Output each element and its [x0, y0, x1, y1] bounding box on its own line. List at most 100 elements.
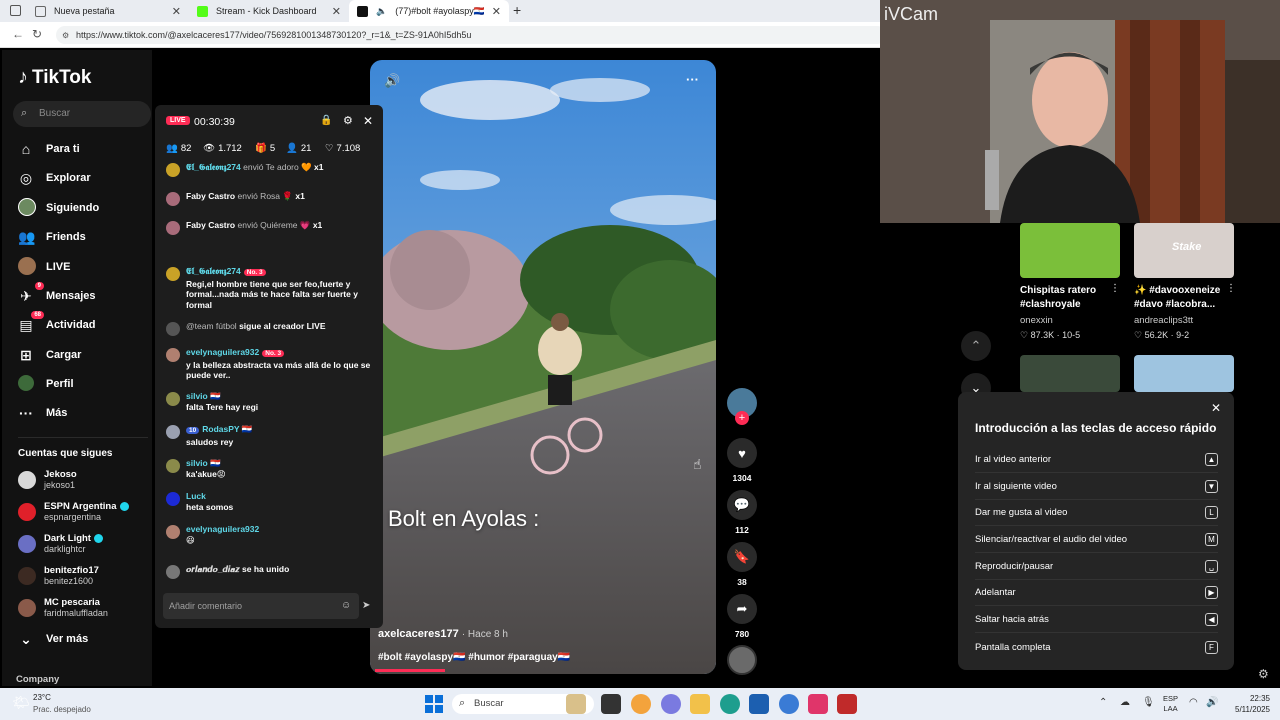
creator-avatar-button[interactable]: + [727, 388, 757, 425]
weather-desc[interactable]: Prac. despejado [33, 705, 91, 714]
follow-plus-icon[interactable]: + [735, 411, 749, 425]
comment-button[interactable]: 💬 112 [727, 490, 757, 535]
sidebar-item-cargar[interactable]: ⊞ Cargar [18, 344, 81, 366]
save-button[interactable]: 🔖 38 [727, 542, 757, 587]
chrome-icon[interactable] [631, 694, 651, 714]
chat-user[interactable]: 𝕰𝖑_𝕲𝖆𝖑𝖊𝖔𝖓𝖟274 [186, 266, 241, 276]
chat-user[interactable]: RodasPY 🇵🇾 [202, 424, 252, 434]
chat-user[interactable]: Faby Castro [186, 191, 235, 201]
chat-user[interactable]: 𝕰𝖑_𝕲𝖆𝖑𝖊𝖔𝖓𝖟274 [186, 162, 241, 172]
copilot-icon[interactable] [661, 694, 681, 714]
close-icon[interactable]: ✕ [363, 114, 373, 128]
recommended-video[interactable]: Stake ✨ #davooxeneize #davo #lacobra... … [1134, 223, 1234, 341]
video-thumbnail[interactable] [1134, 355, 1234, 392]
chat-user[interactable]: @team fútbol [186, 321, 237, 331]
ivcam-app-icon[interactable] [779, 694, 799, 714]
lock-icon[interactable]: 🔒 [320, 115, 332, 126]
video-author[interactable]: axelcaceres177 · Hace 8 h [378, 628, 508, 640]
sidebar-item-para-ti[interactable]: ⌂ Para ti [18, 138, 80, 160]
chat-user[interactable]: evelynaguilera932 [186, 347, 259, 357]
tab-actions-icon[interactable] [10, 5, 21, 16]
site-info-icon[interactable]: ⚙ [62, 31, 69, 40]
close-icon[interactable]: ✕ [172, 5, 181, 18]
progress-bar[interactable] [375, 669, 445, 672]
language-indicator[interactable]: ESP LAA [1163, 694, 1178, 714]
sidebar-item-explorar[interactable]: ◎ Explorar [18, 167, 91, 189]
messages-icon: ✈ 9 [18, 281, 44, 305]
video-player[interactable] [370, 60, 716, 674]
close-icon[interactable]: ✕ [1211, 401, 1221, 415]
sidebar-item-live[interactable]: LIVE [18, 256, 70, 278]
video-hashtags[interactable]: #bolt #ayolaspy🇵🇾 #humor #paraguay🇵🇾 [378, 652, 570, 663]
emoji-icon[interactable]: ☺ [341, 600, 351, 611]
tab-title: Nueva pestaña [54, 6, 115, 16]
weather-temp[interactable]: 23°C [33, 693, 51, 702]
close-icon[interactable]: ✕ [332, 5, 341, 18]
sidebar-item-mas[interactable]: ··· Más [18, 402, 67, 424]
clock[interactable]: 22:35 5/11/2025 [1230, 693, 1270, 715]
close-icon[interactable]: ✕ [492, 5, 501, 18]
cloud-icon[interactable]: ☁ [1120, 697, 1130, 708]
sidebar-item-mensajes[interactable]: ✈ 9 Mensajes [18, 281, 96, 307]
tiktok-app-icon[interactable] [808, 694, 828, 714]
microphone-icon[interactable]: 🎙 [1142, 697, 1155, 708]
voicemod-icon[interactable] [837, 694, 857, 714]
chat-user[interactable]: Faby Castro [186, 220, 235, 230]
lang-layout: LAA [1163, 704, 1178, 713]
followed-account[interactable]: MC pescaria faridmaluffladan [18, 594, 108, 622]
like-button[interactable]: ♥ 1304 [727, 438, 757, 483]
chat-user[interactable]: Luck [186, 491, 206, 501]
speaker-icon[interactable]: 🔈 [376, 6, 387, 17]
share-count: 👤 21 [286, 143, 311, 154]
tiktok-logo[interactable]: ♪ TikTok [18, 66, 91, 89]
key-left-icon: ◀ [1205, 613, 1218, 626]
sidebar-item-friends[interactable]: 👥 Friends [18, 226, 86, 248]
settings-icon[interactable]: ⚙ [343, 114, 353, 127]
followed-account[interactable]: benitezfio17 benitez1600 [18, 562, 99, 590]
task-view-icon[interactable] [601, 694, 621, 714]
wifi-icon[interactable]: ◠ [1189, 697, 1198, 708]
video-thumbnail[interactable] [1020, 355, 1120, 392]
volume-icon[interactable]: 🔊 [1206, 697, 1218, 708]
post-date: 10-5 [1062, 330, 1081, 340]
see-more-button[interactable]: ⌄ Ver más [18, 628, 88, 650]
back-icon[interactable]: ← [12, 27, 24, 41]
card-more-icon[interactable]: ⋮ [1226, 283, 1236, 294]
followed-account[interactable]: ESPN Argentina espnargentina [18, 498, 129, 526]
company-link[interactable]: Company [16, 674, 59, 685]
share-button[interactable]: ➦ 780 [727, 594, 757, 639]
followed-account[interactable]: Dark Light darklightcr [18, 530, 103, 558]
card-more-icon[interactable]: ⋮ [1110, 283, 1120, 294]
recommended-video[interactable]: Chispitas ratero #clashroyale onexxin ♡ … [1020, 223, 1120, 341]
address-bar: ← ↻ https://www.tiktok.com/@axelcaceres1… [0, 22, 886, 48]
followed-account[interactable]: Jekoso jekoso1 [18, 466, 77, 494]
chat-user[interactable]: 𝒐𝒓𝒍𝒂𝒏𝒅𝒐_𝒅𝒊𝒂𝒛 [186, 564, 240, 574]
url-input[interactable]: https://www.tiktok.com/@axelcaceres177/v… [56, 26, 886, 44]
new-tab-icon[interactable]: + [513, 2, 521, 18]
chat-user[interactable]: silvio 🇵🇾 [186, 458, 221, 468]
search-input[interactable]: Buscar [13, 101, 151, 127]
sidebar-item-actividad[interactable]: ▤ 68 Actividad [18, 310, 96, 336]
weather-icon[interactable]: 🌤 [12, 694, 30, 711]
verified-icon [93, 533, 103, 543]
tab-new[interactable]: Nueva pestaña ✕ [27, 0, 189, 22]
tab-tiktok[interactable]: 🔈 (77)#bolt #ayolaspy🇵🇾 #hum ✕ [349, 0, 509, 22]
music-disc-button[interactable] [727, 645, 757, 675]
previous-video-button[interactable]: ⌃ [961, 331, 991, 361]
chat-user[interactable]: evelynaguilera932 [186, 524, 259, 534]
tab-kick[interactable]: Stream - Kick Dashboard ✕ [189, 0, 349, 22]
volume-icon[interactable]: 🔊 [384, 73, 400, 89]
store-icon[interactable] [749, 694, 769, 714]
comment-input[interactable]: Añadir comentario [163, 593, 359, 619]
edge-icon[interactable] [720, 694, 740, 714]
chevron-up-icon[interactable]: ⌃ [1099, 697, 1107, 708]
windows-start-icon[interactable] [425, 695, 443, 713]
sidebar-item-perfil[interactable]: Perfil [18, 373, 74, 395]
reload-icon[interactable]: ↻ [32, 27, 42, 41]
sidebar-item-siguiendo[interactable]: Siguiendo [18, 197, 99, 219]
file-explorer-icon[interactable] [690, 694, 710, 714]
send-icon[interactable]: ➤ [362, 600, 370, 611]
more-options-icon[interactable]: ··· [686, 72, 699, 87]
chat-user[interactable]: silvio 🇵🇾 [186, 391, 221, 401]
settings-gear-icon[interactable]: ⚙ [1258, 667, 1269, 681]
